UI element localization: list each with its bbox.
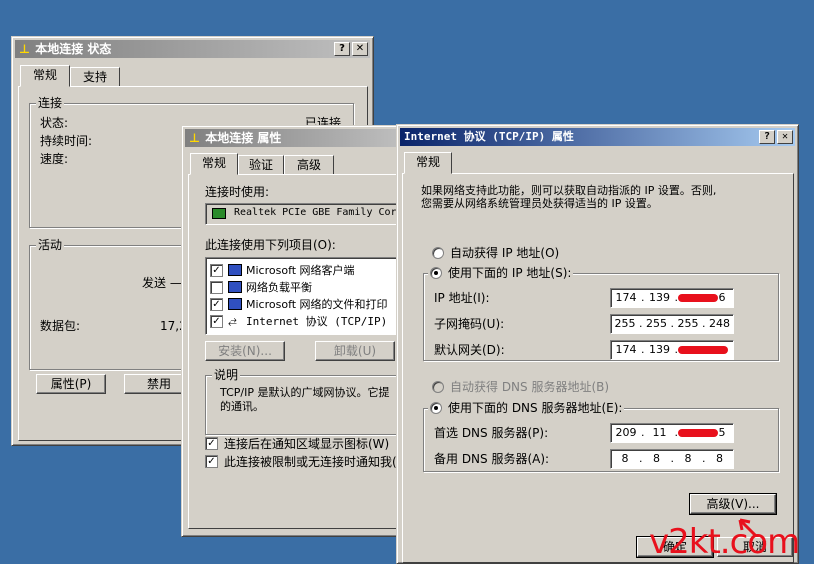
- item-label: Microsoft 网络客户端: [246, 264, 355, 277]
- help-button[interactable]: ?: [759, 130, 775, 144]
- dns-group: 使用下面的 DNS 服务器地址(E): 首选 DNS 服务器(P): 209. 1…: [423, 401, 779, 472]
- item-checkbox[interactable]: ✓: [210, 315, 223, 328]
- tab-general[interactable]: 常规: [20, 65, 70, 87]
- item-checkbox[interactable]: [210, 281, 223, 294]
- tab-authentication[interactable]: 验证: [238, 155, 284, 175]
- adapter-icon: [212, 208, 226, 219]
- ip-label: IP 地址(I):: [434, 291, 490, 305]
- sent-label: 发送 —: [142, 276, 182, 290]
- intro-text: 您需要从网络系统管理员处获得适当的 IP 设置。: [421, 197, 658, 210]
- ip-group: 使用下面的 IP 地址(S): IP 地址(I): 174. 139. 6 子网掩码…: [423, 266, 779, 361]
- description-group: 说明 TCP/IP 是默认的广域网协议。它提 的通讯。: [205, 368, 405, 435]
- connect-using-label: 连接时使用:: [205, 185, 270, 199]
- watermark: v2kt.com: [649, 522, 800, 562]
- list-item[interactable]: ✓ ⥄ Internet 协议 (TCP/IP): [210, 313, 400, 330]
- manual-dns-option[interactable]: 使用下面的 DNS 服务器地址(E):: [428, 401, 625, 415]
- help-button[interactable]: ?: [334, 42, 350, 56]
- preferred-dns-field[interactable]: 209. 11. 5: [610, 423, 734, 443]
- packets-label: 数据包:: [40, 319, 81, 333]
- auto-dns-label: 自动获得 DNS 服务器地址(B): [450, 380, 610, 394]
- redaction-mark: [678, 429, 718, 437]
- tab-general[interactable]: 常规: [190, 153, 238, 175]
- window-title: Internet 协议 (TCP/IP) 属性: [404, 130, 574, 143]
- notify-limited-label: 此连接被限制或无连接时通知我(: [224, 455, 397, 469]
- share-icon: [228, 298, 242, 310]
- manual-ip-radio[interactable]: [430, 267, 442, 279]
- group-title: 说明: [212, 368, 241, 382]
- uninstall-button[interactable]: 卸载(U): [315, 341, 395, 361]
- install-button[interactable]: 安装(N)...: [205, 341, 285, 361]
- tab-advanced[interactable]: 高级: [284, 155, 334, 175]
- redaction-mark: [678, 346, 728, 354]
- tab-general[interactable]: 常规: [404, 152, 452, 174]
- description-text: TCP/IP 是默认的广域网协议。它提: [220, 386, 390, 399]
- mask-label: 子网掩码(U):: [434, 317, 505, 331]
- item-checkbox[interactable]: ✓: [210, 298, 223, 311]
- close-button[interactable]: ✕: [777, 130, 793, 144]
- properties-button[interactable]: 属性(P): [36, 374, 106, 394]
- manual-dns-radio[interactable]: [430, 402, 442, 414]
- item-checkbox[interactable]: ✓: [210, 264, 223, 277]
- network-icon: ⊥: [19, 42, 30, 56]
- adapter-name: Realtek PCIe GBE Family Cor: [234, 207, 397, 218]
- close-button[interactable]: ✕: [352, 42, 368, 56]
- properties-panel: 连接时使用: Realtek PCIe GBE Family Cor 此连接使用…: [188, 174, 406, 529]
- adapter-field: Realtek PCIe GBE Family Cor: [205, 203, 405, 225]
- auto-ip-radio[interactable]: [432, 247, 444, 259]
- status-window-titlebar[interactable]: ⊥ 本地连接 状态 ? ✕: [15, 40, 370, 58]
- manual-ip-label: 使用下面的 IP 地址(S):: [448, 266, 572, 280]
- alternate-dns-label: 备用 DNS 服务器(A):: [434, 452, 550, 466]
- properties-window-titlebar[interactable]: ⊥ 本地连接 属性: [185, 129, 407, 147]
- notify-limited-checkbox[interactable]: ✓: [205, 455, 218, 468]
- alternate-dns-field[interactable]: 8.8.8.8: [610, 449, 734, 469]
- tcpip-panel: 如果网络支持此功能，则可以获取自动指派的 IP 设置。否则, 您需要从网络系统管…: [402, 173, 794, 563]
- group-title: 连接: [36, 96, 65, 110]
- client-icon: [228, 264, 242, 276]
- duration-label: 持续时间:: [40, 134, 93, 148]
- gateway-field[interactable]: 174. 139.: [610, 340, 734, 360]
- gateway-label: 默认网关(D):: [434, 343, 505, 357]
- list-item[interactable]: ✓ Microsoft 网络的文件和打印: [210, 296, 400, 313]
- window-title: 本地连接 状态: [35, 42, 112, 56]
- manual-dns-label: 使用下面的 DNS 服务器地址(E):: [448, 401, 623, 415]
- intro-text: 如果网络支持此功能，则可以获取自动指派的 IP 设置。否则,: [421, 184, 717, 197]
- list-item[interactable]: ✓ Microsoft 网络客户端: [210, 262, 400, 279]
- manual-ip-option[interactable]: 使用下面的 IP 地址(S):: [428, 266, 574, 280]
- speed-label: 速度:: [40, 152, 69, 166]
- item-label: Internet 协议 (TCP/IP): [246, 315, 388, 328]
- advanced-button[interactable]: 高级(V)...: [689, 493, 777, 515]
- network-icon: ⊥: [189, 131, 200, 145]
- notify-icon-label: 连接后在通知区域显示图标(W): [224, 437, 390, 451]
- service-icon: [228, 281, 242, 293]
- redaction-mark: [678, 294, 718, 302]
- auto-dns-radio[interactable]: [432, 381, 444, 393]
- properties-window: ⊥ 本地连接 属性 常规 验证 高级 连接时使用: Realtek PCIe G…: [181, 125, 411, 537]
- components-list[interactable]: ✓ Microsoft 网络客户端 网络负载平衡 ✓ Microsoft 网络的…: [205, 257, 405, 335]
- status-label: 状态:: [40, 116, 69, 130]
- ip-address-field[interactable]: 174. 139. 6: [610, 288, 734, 308]
- window-title: 本地连接 属性: [205, 131, 282, 145]
- description-text: 的通讯。: [220, 400, 264, 413]
- subnet-mask-field[interactable]: 255. 255. 255. 248: [610, 314, 734, 334]
- list-item[interactable]: 网络负载平衡: [210, 279, 400, 296]
- items-label: 此连接使用下列项目(O):: [205, 238, 336, 252]
- tab-support[interactable]: 支持: [70, 67, 120, 87]
- tcpip-window: Internet 协议 (TCP/IP) 属性 ? ✕ 常规 如果网络支持此功能…: [396, 124, 799, 564]
- group-title: 活动: [36, 238, 65, 252]
- preferred-dns-label: 首选 DNS 服务器(P):: [434, 426, 549, 440]
- tcpip-window-titlebar[interactable]: Internet 协议 (TCP/IP) 属性 ? ✕: [400, 128, 795, 146]
- protocol-icon: ⥄: [228, 314, 237, 327]
- item-label: Microsoft 网络的文件和打印: [246, 298, 388, 311]
- item-label: 网络负载平衡: [246, 281, 312, 294]
- auto-ip-label: 自动获得 IP 地址(O): [450, 246, 560, 260]
- notify-icon-checkbox[interactable]: ✓: [205, 437, 218, 450]
